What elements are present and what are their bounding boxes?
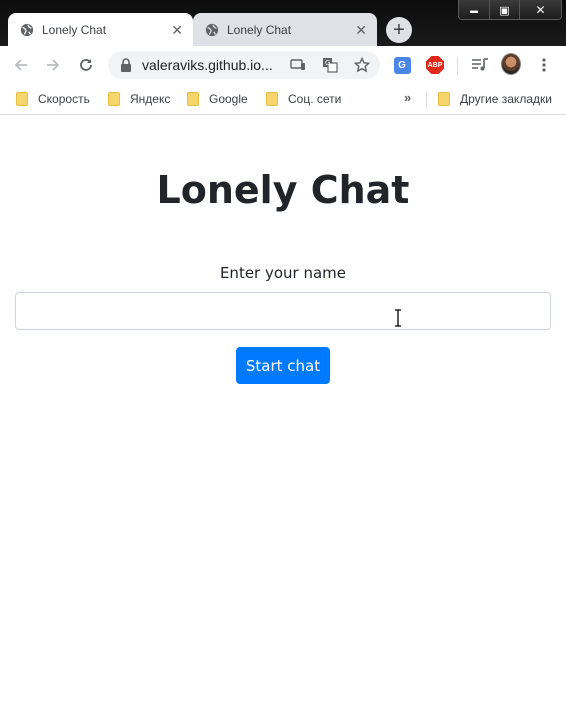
close-icon: ✕ bbox=[535, 3, 546, 17]
close-tab-icon[interactable]: ✕ bbox=[171, 23, 183, 37]
arrow-right-icon bbox=[47, 59, 60, 71]
reload-button[interactable] bbox=[74, 53, 98, 77]
name-input[interactable] bbox=[15, 292, 551, 330]
bookmark-folder-yandex[interactable]: Яндекс bbox=[108, 90, 170, 108]
reload-icon bbox=[80, 59, 92, 71]
page-content: Lonely Chat Enter your name Start chat bbox=[0, 116, 566, 726]
tab-lonely-chat-active[interactable]: Lonely Chat ✕ bbox=[8, 13, 193, 47]
translate-page-icon[interactable]: G bbox=[321, 56, 339, 74]
menu-button[interactable] bbox=[534, 55, 554, 75]
bookmarks-overflow-icon[interactable]: » bbox=[404, 90, 411, 105]
name-label: Enter your name bbox=[219, 264, 347, 282]
translate-icon: G bbox=[393, 56, 411, 74]
bookmark-folder-speed[interactable]: Скорость bbox=[16, 90, 90, 108]
toolbar-divider bbox=[457, 57, 458, 75]
avatar bbox=[501, 53, 521, 75]
forward-button[interactable] bbox=[41, 53, 65, 77]
profile-button[interactable] bbox=[501, 53, 521, 75]
page-title: Lonely Chat bbox=[156, 168, 410, 212]
arrow-left-icon bbox=[14, 59, 27, 71]
bookmark-star-icon[interactable] bbox=[353, 56, 371, 74]
folder-icon bbox=[438, 92, 450, 106]
text-cursor-icon bbox=[395, 309, 401, 327]
back-button[interactable] bbox=[9, 53, 33, 77]
new-tab-button[interactable]: + bbox=[386, 17, 412, 43]
bookmarks-bar: Скорость Яндекс Google Соц. сети » Други… bbox=[0, 84, 566, 115]
globe-icon bbox=[205, 23, 219, 36]
playlist-music-icon bbox=[472, 58, 488, 71]
bookmark-folder-social[interactable]: Соц. сети bbox=[266, 90, 341, 108]
minimize-button[interactable]: ▬ bbox=[459, 0, 489, 19]
other-bookmarks-folder[interactable]: Другие закладки bbox=[438, 90, 552, 108]
address-bar[interactable]: valeraviks.github.io... G bbox=[108, 51, 380, 79]
globe-icon bbox=[20, 23, 34, 37]
adblock-plus-extension[interactable]: ABP bbox=[425, 55, 445, 75]
tab-title: Lonely Chat bbox=[227, 22, 292, 37]
more-vert-icon bbox=[542, 58, 546, 72]
maximize-button[interactable]: ▣ bbox=[489, 0, 519, 19]
browser-toolbar: valeraviks.github.io... G G ABP bbox=[0, 46, 566, 84]
folder-icon bbox=[16, 92, 28, 106]
url-text: valeraviks.github.io... bbox=[142, 57, 273, 73]
media-control-button[interactable] bbox=[470, 55, 490, 75]
bookmarks-divider bbox=[426, 91, 427, 107]
window-controls: ▬ ▣ ✕ bbox=[458, 0, 562, 20]
plus-icon: + bbox=[393, 19, 405, 41]
tab-title: Lonely Chat bbox=[42, 23, 107, 37]
folder-icon bbox=[187, 92, 199, 106]
minimize-icon: ▬ bbox=[470, 5, 478, 15]
folder-icon bbox=[266, 92, 278, 106]
lock-icon[interactable] bbox=[117, 56, 135, 74]
cast-icon[interactable] bbox=[289, 56, 307, 74]
bookmark-folder-google[interactable]: Google bbox=[187, 90, 248, 108]
start-chat-button[interactable]: Start chat bbox=[236, 347, 330, 384]
tab-lonely-chat[interactable]: Lonely Chat ✕ bbox=[193, 13, 377, 46]
folder-icon bbox=[108, 92, 120, 106]
maximize-icon: ▣ bbox=[499, 4, 510, 17]
close-window-button[interactable]: ✕ bbox=[519, 0, 561, 19]
adblock-icon: ABP bbox=[426, 56, 444, 74]
google-translate-extension[interactable]: G bbox=[392, 55, 412, 75]
close-tab-icon[interactable]: ✕ bbox=[355, 23, 367, 37]
svg-text:G: G bbox=[325, 59, 330, 67]
